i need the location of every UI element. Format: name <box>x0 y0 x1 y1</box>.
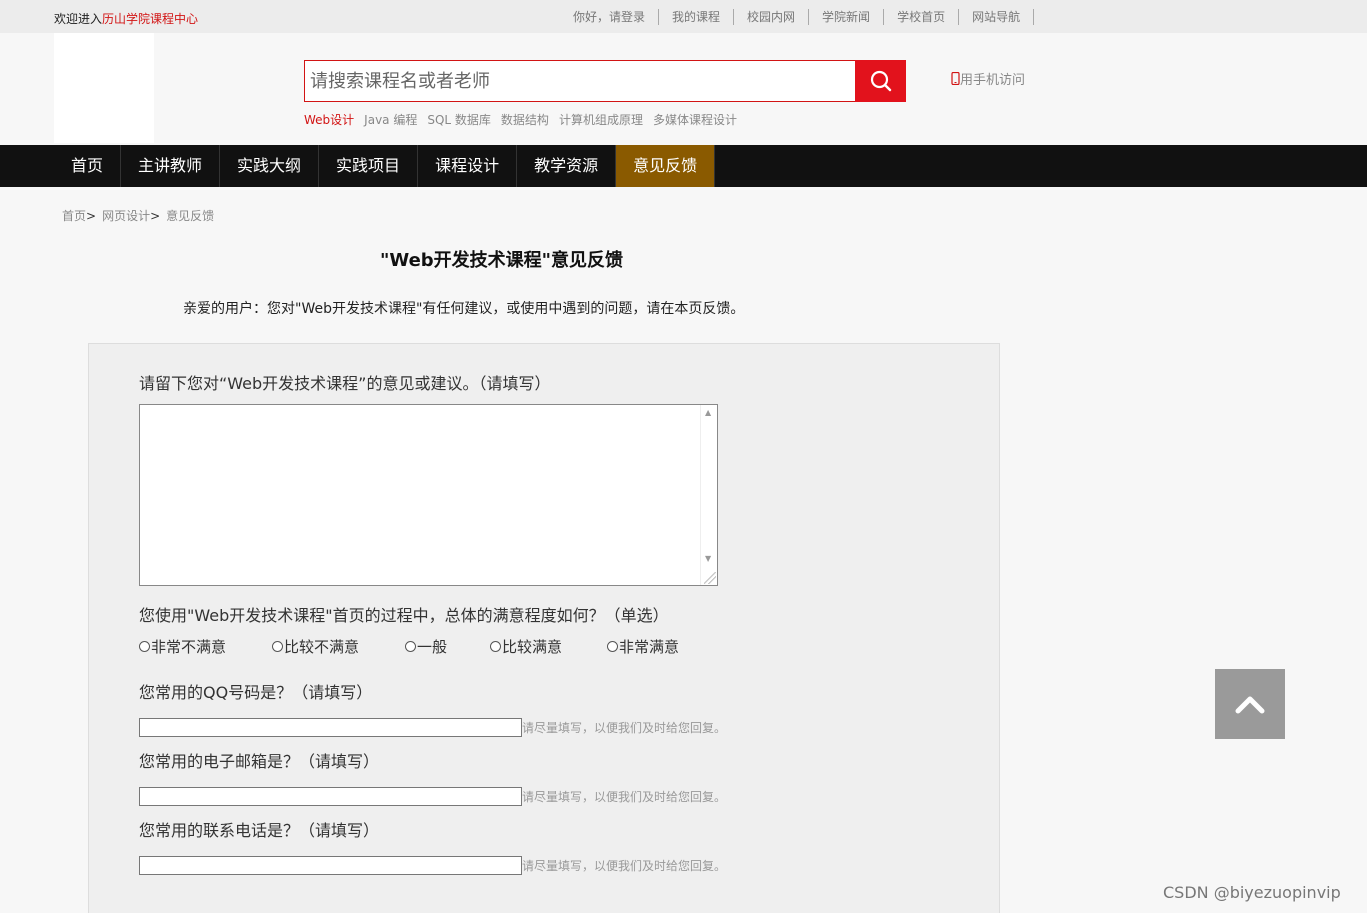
nav-item-resources[interactable]: 教学资源 <box>517 145 617 187</box>
back-to-top-button[interactable] <box>1215 669 1285 739</box>
site-name-link[interactable]: 历山学院课程中心 <box>102 12 198 26</box>
chevron-up-icon <box>1235 696 1265 714</box>
textarea-scrollbar[interactable]: ▲ ▼ <box>700 405 717 585</box>
question-phone: 您常用的联系电话是？（请填写） <box>139 821 380 840</box>
top-bar: 欢迎进入历山学院课程中心 你好，请登录 我的课程 校园内网 学院新闻 学校首页 … <box>0 0 1367 33</box>
site-nav-link[interactable]: 网站导航 <box>959 9 1035 25</box>
hot-keyword[interactable]: SQL 数据库 <box>427 111 491 128</box>
question-qq: 您常用的QQ号码是？（请填写） <box>139 683 373 702</box>
scroll-down-icon[interactable]: ▼ <box>705 554 711 563</box>
welcome-text: 欢迎进入历山学院课程中心 <box>54 10 198 27</box>
radio-circle[interactable] <box>272 641 283 652</box>
breadcrumb-current: 意见反馈 <box>166 209 215 223</box>
radio-circle[interactable] <box>405 641 416 652</box>
radio-label: 非常不满意 <box>151 638 227 656</box>
hot-keyword[interactable]: Java 编程 <box>364 111 417 128</box>
qq-hint: 请尽量填写，以便我们及时给您回复。 <box>522 721 727 735</box>
hot-keyword[interactable]: 多媒体课程设计 <box>653 111 737 128</box>
search-box <box>304 60 856 102</box>
radio-label: 比较满意 <box>502 638 563 656</box>
mobile-access-label: 用手机访问 <box>960 73 1026 88</box>
welcome-prefix: 欢迎进入 <box>54 12 103 26</box>
college-news-link[interactable]: 学院新闻 <box>809 9 885 25</box>
main-nav: 首页 主讲教师 实践大纲 实践项目 课程设计 教学资源 意见反馈 <box>0 145 1367 187</box>
phone-hint: 请尽量填写，以便我们及时给您回复。 <box>522 859 727 873</box>
nav-item-home[interactable]: 首页 <box>54 145 122 187</box>
hot-keywords: Web设计 Java 编程 SQL 数据库 数据结构 计算机组成原理 多媒体课程… <box>304 111 747 128</box>
radio-circle[interactable] <box>139 641 150 652</box>
nav-item-projects[interactable]: 实践项目 <box>319 145 419 187</box>
nav-item-syllabus[interactable]: 实践大纲 <box>220 145 320 187</box>
search-input[interactable] <box>305 61 855 101</box>
mobile-access-link[interactable]: 用手机访问 <box>951 69 1025 88</box>
radio-neutral[interactable]: 一般 <box>405 636 447 657</box>
hot-keyword[interactable]: 计算机组成原理 <box>559 111 643 128</box>
nav-item-feedback[interactable]: 意见反馈 <box>616 145 716 187</box>
qq-input[interactable] <box>139 718 522 737</box>
radio-circle[interactable] <box>607 641 618 652</box>
hot-keyword[interactable]: 数据结构 <box>501 111 549 128</box>
question-email: 您常用的电子邮箱是？（请填写） <box>139 752 380 771</box>
login-link[interactable]: 你好，请登录 <box>560 9 660 25</box>
radio-very-satisfied[interactable]: 非常满意 <box>607 636 679 657</box>
logo[interactable] <box>54 33 154 143</box>
radio-satisfied[interactable]: 比较满意 <box>490 636 562 657</box>
breadcrumb-web-design[interactable]: 网页设计 <box>102 209 150 223</box>
radio-label: 非常满意 <box>619 638 680 656</box>
nav-item-course-design[interactable]: 课程设计 <box>418 145 518 187</box>
radio-label: 一般 <box>417 638 448 656</box>
phone-icon <box>951 72 960 85</box>
scroll-up-icon[interactable]: ▲ <box>705 408 711 417</box>
question-suggestion: 请留下您对“Web开发技术课程”的意见或建议。（请填写） <box>139 374 551 393</box>
breadcrumb-home[interactable]: 首页 <box>62 209 86 223</box>
radio-dissatisfied[interactable]: 比较不满意 <box>272 636 359 657</box>
my-courses-link[interactable]: 我的课程 <box>659 9 735 25</box>
school-home-link[interactable]: 学校首页 <box>884 9 960 25</box>
watermark: CSDN @biyezuopinvip <box>1163 883 1341 902</box>
suggestion-textarea[interactable]: ▲ ▼ <box>139 404 718 586</box>
email-input[interactable] <box>139 787 522 806</box>
top-links: 你好，请登录 我的课程 校园内网 学院新闻 学校首页 网站导航 <box>560 9 1035 25</box>
resize-handle[interactable] <box>704 572 716 584</box>
nav-item-teachers[interactable]: 主讲教师 <box>121 145 221 187</box>
search-icon <box>870 70 891 92</box>
hot-keyword[interactable]: Web设计 <box>304 111 354 128</box>
breadcrumb: 首页> 网页设计> 意见反馈 <box>62 209 215 223</box>
radio-very-dissatisfied[interactable]: 非常不满意 <box>139 636 226 657</box>
intranet-link[interactable]: 校园内网 <box>734 9 810 25</box>
question-satisfaction: 您使用"Web开发技术课程"首页的过程中，总体的满意程度如何？（单选） <box>139 606 669 625</box>
page-intro: 亲爱的用户：您对"Web开发技术课程"有任何建议，或使用中遇到的问题，请在本页反… <box>183 301 745 317</box>
email-hint: 请尽量填写，以便我们及时给您回复。 <box>522 790 727 804</box>
radio-label: 比较不满意 <box>284 638 360 656</box>
header: Web设计 Java 编程 SQL 数据库 数据结构 计算机组成原理 多媒体课程… <box>0 33 1367 145</box>
phone-input[interactable] <box>139 856 522 875</box>
radio-circle[interactable] <box>490 641 501 652</box>
search-button[interactable] <box>855 60 906 102</box>
page-title: "Web开发技术课程"意见反馈 <box>380 250 624 271</box>
